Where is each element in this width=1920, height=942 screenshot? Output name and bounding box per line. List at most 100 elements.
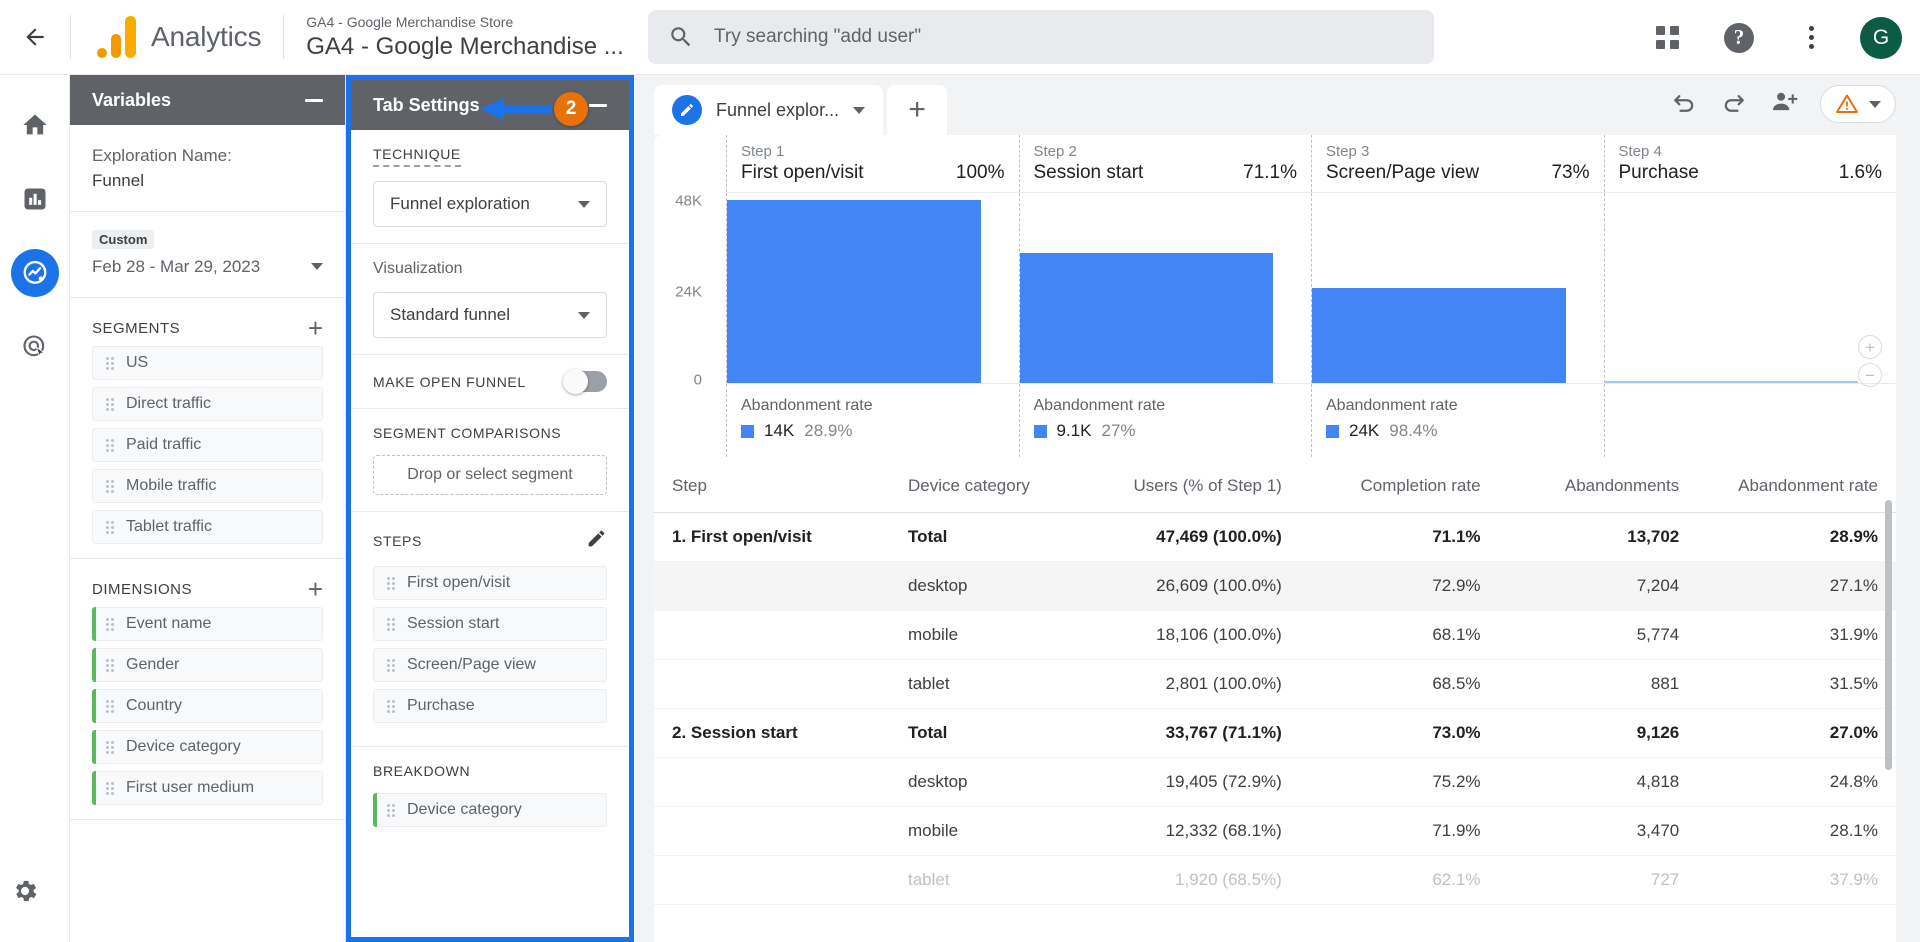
cell-device: tablet: [889, 659, 1089, 709]
segment-dropzone[interactable]: Drop or select segment: [373, 455, 607, 495]
drag-handle-icon[interactable]: [106, 356, 114, 370]
drag-handle-icon[interactable]: [106, 658, 114, 672]
date-range-selector[interactable]: Feb 28 - Mar 29, 2023: [92, 254, 323, 279]
minimize-variables-button[interactable]: [305, 98, 323, 102]
drag-handle-icon[interactable]: [387, 658, 395, 672]
list-item[interactable]: Country: [92, 689, 323, 723]
list-item[interactable]: Gender: [92, 648, 323, 682]
back-button[interactable]: [0, 0, 70, 75]
add-dimension-button[interactable]: +: [308, 576, 323, 602]
bar-step-1[interactable]: [727, 200, 981, 383]
help-button[interactable]: ?: [1716, 15, 1762, 61]
list-item[interactable]: Session start: [373, 607, 607, 641]
column-header[interactable]: Device category: [889, 460, 1089, 513]
list-item[interactable]: US: [92, 346, 323, 380]
funnel-table: Step Device category Users (% of Step 1)…: [654, 460, 1896, 905]
search-bar[interactable]: [648, 10, 1434, 64]
drag-handle-icon[interactable]: [106, 520, 114, 534]
column-header[interactable]: Abandonment rate: [1697, 460, 1896, 513]
list-item[interactable]: Paid traffic: [92, 428, 323, 462]
drag-handle-icon[interactable]: [387, 617, 395, 631]
list-item[interactable]: Device category: [373, 793, 607, 827]
drag-handle-icon[interactable]: [106, 617, 114, 631]
search-input[interactable]: [714, 26, 1414, 48]
undo-button[interactable]: [1670, 88, 1698, 121]
table-row[interactable]: 2. Session start Total 33,767 (71.1%) 73…: [654, 708, 1896, 758]
drag-handle-icon[interactable]: [106, 781, 114, 795]
table-row[interactable]: tablet 1,920 (68.5%) 62.1% 727 37.9%: [654, 855, 1896, 905]
minimize-tab-settings-button[interactable]: [589, 103, 607, 107]
funnel-step-header[interactable]: Step 3 Screen/Page view 73%: [1311, 135, 1604, 192]
chevron-down-icon[interactable]: [853, 106, 866, 114]
dimension-label: First user medium: [126, 779, 255, 796]
table-scrollbar[interactable]: [1885, 500, 1892, 770]
bar-step-4[interactable]: [1604, 381, 1859, 383]
zoom-in-button[interactable]: +: [1858, 335, 1882, 359]
column-header[interactable]: Completion rate: [1299, 460, 1499, 513]
sidebar-item-reports[interactable]: [11, 175, 59, 223]
column-header[interactable]: Users (% of Step 1): [1088, 460, 1300, 513]
list-item[interactable]: Purchase: [373, 689, 607, 723]
table-row[interactable]: desktop 26,609 (100.0%) 72.9% 7,204 27.1…: [654, 561, 1896, 611]
technique-select[interactable]: Funnel exploration: [373, 181, 607, 227]
list-item[interactable]: Event name: [92, 607, 323, 641]
list-item[interactable]: First user medium: [92, 771, 323, 805]
zoom-out-button[interactable]: −: [1858, 363, 1882, 387]
table-row[interactable]: 1. First open/visit Total 47,469 (100.0%…: [654, 512, 1896, 562]
table-row[interactable]: desktop 19,405 (72.9%) 75.2% 4,818 24.8%: [654, 757, 1896, 807]
drag-handle-icon[interactable]: [387, 576, 395, 590]
drag-handle-icon[interactable]: [387, 699, 395, 713]
redo-button[interactable]: [1720, 88, 1748, 121]
bar-column[interactable]: [1018, 193, 1312, 383]
sidebar-item-advertising[interactable]: [11, 323, 59, 371]
more-options-button[interactable]: [1788, 15, 1834, 61]
cell-abandonments: 9,126: [1498, 708, 1698, 758]
add-segment-button[interactable]: +: [308, 315, 323, 341]
column-header[interactable]: Step: [654, 460, 890, 513]
drag-handle-icon[interactable]: [106, 699, 114, 713]
bar-column[interactable]: [1603, 193, 1897, 383]
settings-button[interactable]: [11, 877, 39, 910]
funnel-step-header[interactable]: Step 4 Purchase 1.6%: [1603, 135, 1897, 192]
tab-funnel-exploration[interactable]: Funnel explor...: [654, 85, 884, 135]
bar-step-3[interactable]: [1312, 288, 1566, 383]
drag-handle-icon[interactable]: [387, 803, 395, 817]
brand[interactable]: Analytics: [71, 16, 283, 58]
drag-handle-icon[interactable]: [106, 438, 114, 452]
legend-swatch: [1326, 424, 1339, 438]
open-funnel-toggle[interactable]: [563, 369, 607, 394]
table-row[interactable]: mobile 18,106 (100.0%) 68.1% 5,774 31.9%: [654, 610, 1896, 660]
list-item[interactable]: Screen/Page view: [373, 648, 607, 682]
add-tab-button[interactable]: +: [887, 85, 948, 135]
avatar[interactable]: G: [1860, 16, 1902, 59]
sidebar-item-explore[interactable]: [10, 249, 59, 297]
edit-steps-button[interactable]: [586, 528, 607, 554]
bar-step-2[interactable]: [1019, 253, 1274, 383]
funnel-step-header[interactable]: Step 1 First open/visit 100%: [726, 135, 1019, 192]
bar-column[interactable]: [726, 193, 1019, 383]
column-header[interactable]: Abandonments: [1498, 460, 1698, 513]
sidebar-item-home[interactable]: [11, 101, 59, 149]
apps-grid-button[interactable]: [1644, 15, 1690, 61]
list-item[interactable]: First open/visit: [373, 566, 607, 600]
list-item[interactable]: Mobile traffic: [92, 469, 323, 503]
list-item[interactable]: Device category: [92, 730, 323, 764]
cell-device: mobile: [889, 806, 1089, 856]
visualization-select[interactable]: Standard funnel: [373, 292, 607, 338]
step-percent: 1.6%: [1838, 162, 1882, 183]
list-item[interactable]: Direct traffic: [92, 387, 323, 421]
date-range-section[interactable]: Custom Feb 28 - Mar 29, 2023: [70, 212, 345, 298]
share-button[interactable]: [1770, 88, 1798, 121]
table-row[interactable]: mobile 12,332 (68.1%) 71.9% 3,470 28.1%: [654, 806, 1896, 856]
property-selector[interactable]: GA4 - Google Merchandise Store GA4 - Goo…: [284, 12, 623, 62]
table-row[interactable]: tablet 2,801 (100.0%) 68.5% 881 31.5%: [654, 659, 1896, 709]
funnel-step-header[interactable]: Step 2 Session start 71.1%: [1018, 135, 1312, 192]
drag-handle-icon[interactable]: [106, 397, 114, 411]
list-item[interactable]: Tablet traffic: [92, 510, 323, 544]
drag-handle-icon[interactable]: [106, 740, 114, 754]
bar-column[interactable]: [1311, 193, 1604, 383]
drag-handle-icon[interactable]: [106, 479, 114, 493]
step-percent: 100%: [955, 162, 1005, 183]
warning-dropdown[interactable]: [1820, 85, 1896, 123]
exploration-name-section[interactable]: Exploration Name: Funnel: [70, 125, 345, 212]
